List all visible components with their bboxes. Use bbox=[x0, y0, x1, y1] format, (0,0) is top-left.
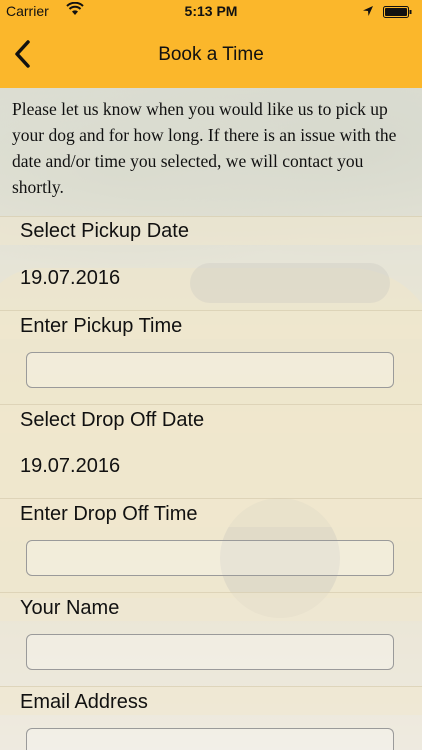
dropoff-time-label: Enter Drop Off Time bbox=[20, 503, 198, 525]
email-label: Email Address bbox=[20, 691, 148, 713]
navigation-bar: Book a Time bbox=[0, 20, 422, 88]
dropoff-time-field[interactable] bbox=[26, 540, 394, 576]
email-field[interactable] bbox=[26, 728, 394, 750]
pickup-time-field[interactable] bbox=[26, 352, 394, 388]
battery-icon bbox=[383, 5, 413, 21]
pickup-date-label: Select Pickup Date bbox=[20, 220, 189, 242]
name-label: Your Name bbox=[20, 597, 120, 619]
dropoff-date-value[interactable]: 19.07.2016 bbox=[20, 455, 120, 478]
name-field[interactable] bbox=[26, 634, 394, 670]
status-time: 5:13 PM bbox=[184, 3, 238, 19]
location-arrow-icon bbox=[362, 4, 374, 20]
pickup-date-value[interactable]: 19.07.2016 bbox=[20, 267, 120, 290]
page-title: Book a Time bbox=[158, 44, 264, 65]
status-bar: Carrier 5:13 PM bbox=[0, 0, 422, 20]
intro-text: Please let us know when you would like u… bbox=[12, 99, 397, 197]
dropoff-date-label: Select Drop Off Date bbox=[20, 409, 205, 431]
pickup-time-label: Enter Pickup Time bbox=[20, 315, 183, 337]
